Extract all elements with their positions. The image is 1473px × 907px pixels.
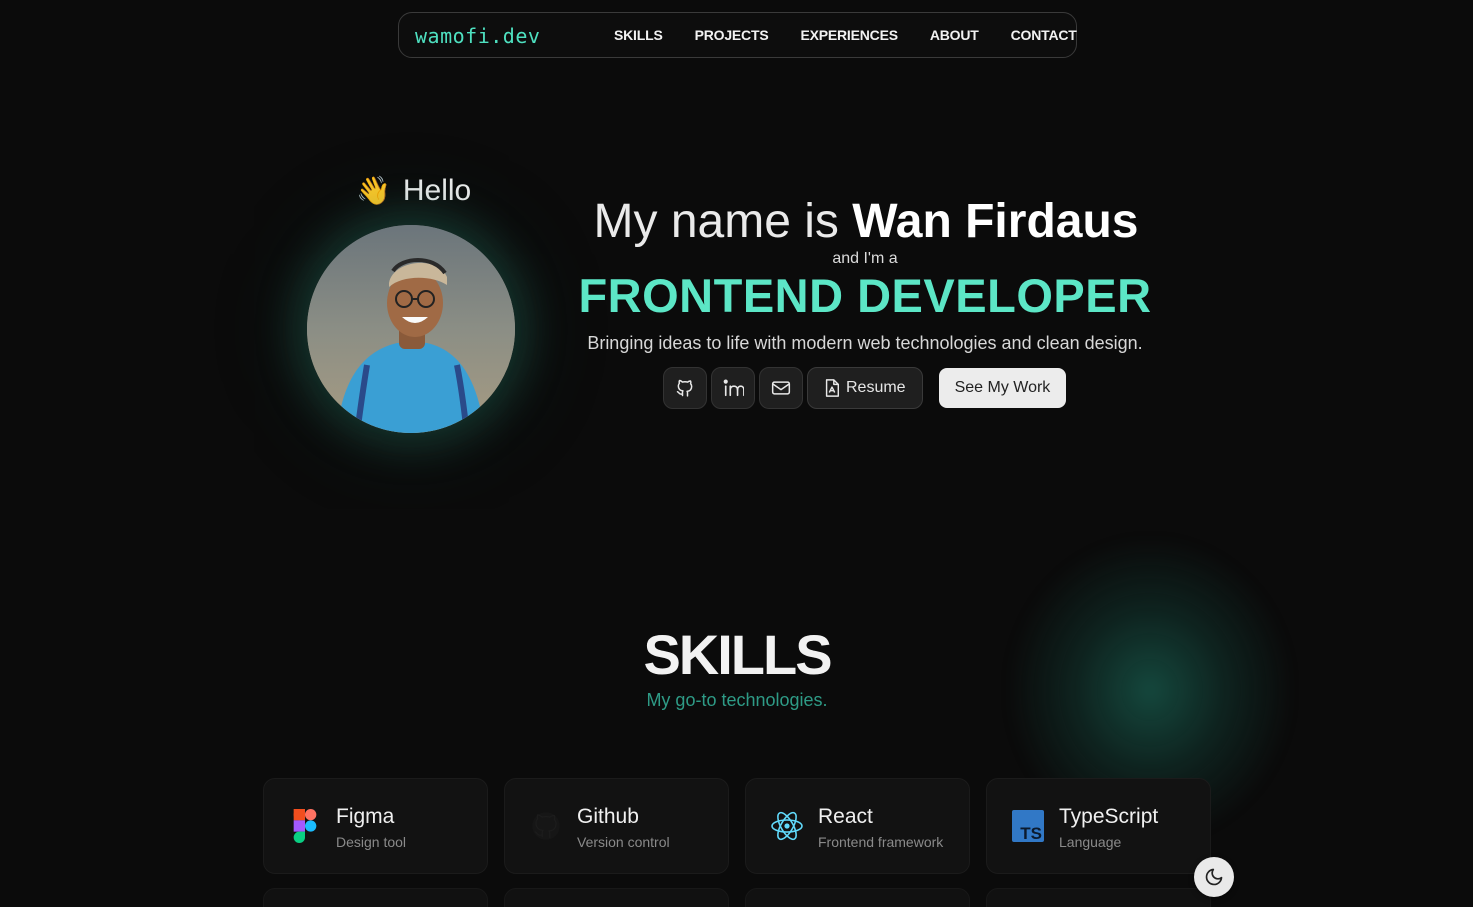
skill-card[interactable] [986,888,1211,907]
figma-icon [288,809,322,843]
nav-links: SKILLS PROJECTS EXPERIENCES ABOUT CONTAC… [614,27,1077,43]
moon-icon [1205,868,1223,886]
skills-title: SKILLS [643,623,832,686]
github-icon [529,809,563,843]
name-prefix: My name is [593,195,853,248]
skill-name: Github [577,805,639,828]
skill-name: React [818,805,873,828]
nav-link-projects[interactable]: PROJECTS [695,27,769,43]
navbar: wamofi.dev SKILLS PROJECTS EXPERIENCES A… [398,12,1077,58]
resume-label: Resume [846,379,906,396]
skills-grid: Figma Design tool Github Version control… [263,778,1211,874]
skill-card-github[interactable]: Github Version control [504,778,729,874]
typescript-icon: TS [1011,809,1045,843]
brand-logo[interactable]: wamofi.dev [415,24,540,48]
skill-name: Figma [336,805,395,828]
skill-card-typescript[interactable]: TS TypeScript Language [986,778,1211,874]
skill-card[interactable] [263,888,488,907]
role-intro: and I'm a [832,250,898,267]
skill-card[interactable] [504,888,729,907]
skill-desc: Design tool [336,834,407,850]
document-icon [825,379,840,397]
mail-button[interactable] [759,367,803,409]
role-title: FRONTEND DEVELOPER [578,269,1152,322]
react-icon [770,809,804,843]
nav-link-about[interactable]: ABOUT [930,27,979,43]
skill-card-react[interactable]: React Frontend framework [745,778,970,874]
svg-text:TS: TS [1020,824,1042,842]
resume-button[interactable]: Resume [807,367,923,409]
hero-tagline: Bringing ideas to life with modern web t… [587,333,1143,353]
skill-card[interactable] [745,888,970,907]
skill-desc: Language [1059,834,1122,850]
hero-actions: Resume See My Work [663,367,1067,409]
hero-name: My name is Wan Firdaus [0,194,1473,249]
name-highlight: Wan Firdaus [852,195,1139,248]
skills-grid-row-2 [263,888,1211,907]
github-button[interactable] [663,367,707,409]
github-icon [676,379,693,397]
nav-link-skills[interactable]: SKILLS [614,27,663,43]
theme-toggle-button[interactable] [1194,857,1234,897]
skills-subtitle: My go-to technologies. [646,690,828,710]
linkedin-button[interactable] [711,367,755,409]
skill-card-figma[interactable]: Figma Design tool [263,778,488,874]
mail-icon [771,381,791,395]
nav-link-contact[interactable]: CONTACT [1011,27,1077,43]
skill-desc: Frontend framework [818,834,944,850]
nav-link-experiences[interactable]: EXPERIENCES [800,27,898,43]
skill-name: TypeScript [1059,805,1159,828]
linkedin-icon [723,379,744,397]
skill-desc: Version control [577,834,670,850]
see-my-work-button[interactable]: See My Work [938,368,1067,408]
